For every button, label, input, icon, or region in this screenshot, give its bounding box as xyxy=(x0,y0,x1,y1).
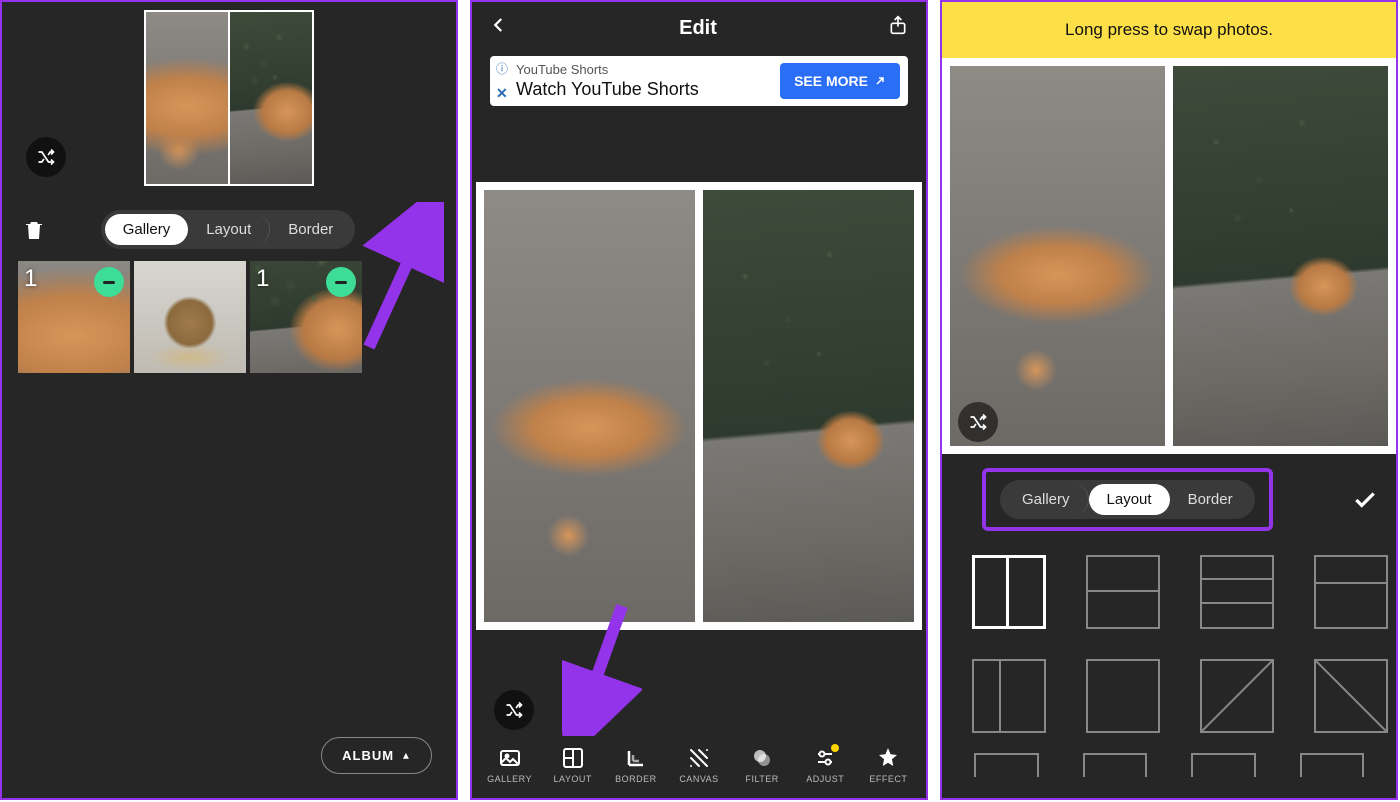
thumbnail-3[interactable]: 1 xyxy=(250,261,362,373)
edit-header: Edit xyxy=(472,2,926,48)
collage-cell-2[interactable] xyxy=(1173,66,1388,446)
tab-layout[interactable]: Layout xyxy=(1089,484,1170,515)
layout-tab-row: Gallery Layout Border xyxy=(942,454,1396,545)
shuffle-icon xyxy=(504,700,524,720)
nav-border[interactable]: BORDER xyxy=(604,746,667,784)
layout-option-2row[interactable] xyxy=(1086,555,1160,629)
thumbnail-2[interactable] xyxy=(134,261,246,373)
layout-option-2col[interactable] xyxy=(972,555,1046,629)
layout-option-2col-alt[interactable] xyxy=(972,659,1046,733)
layout-icon xyxy=(561,746,585,770)
page-title: Edit xyxy=(679,17,717,40)
nav-layout[interactable]: LAYOUT xyxy=(541,746,604,784)
nav-effect[interactable]: EFFECT xyxy=(857,746,920,784)
ad-cta-label: SEE MORE xyxy=(794,73,868,89)
remove-button[interactable] xyxy=(326,267,356,297)
border-icon xyxy=(624,746,648,770)
nav-label: CANVAS xyxy=(679,774,718,784)
screen-gallery: Gallery Layout Border 1 1 ALBUM ▼ xyxy=(0,0,458,800)
shuffle-icon xyxy=(968,412,988,432)
collage-cell-1[interactable] xyxy=(484,190,695,622)
layout-option-diag2[interactable] xyxy=(1314,659,1388,733)
layout-option-single[interactable] xyxy=(1086,659,1160,733)
chevron-up-icon: ▼ xyxy=(400,750,411,761)
collage-canvas[interactable] xyxy=(476,182,922,630)
ad-subtitle: YouTube Shorts xyxy=(516,62,699,77)
thumbnail-1[interactable]: 1 xyxy=(18,261,130,373)
layout-option-partial[interactable] xyxy=(974,753,1039,777)
nav-label: ADJUST xyxy=(806,774,844,784)
shuffle-button[interactable] xyxy=(958,402,998,442)
filter-icon xyxy=(750,746,774,770)
nav-adjust[interactable]: ADJUST xyxy=(794,746,857,784)
selection-index: 1 xyxy=(24,265,37,293)
shuffle-icon xyxy=(36,147,56,167)
image-icon xyxy=(498,746,522,770)
nav-label: GALLERY xyxy=(487,774,532,784)
preview-slot-2 xyxy=(230,12,312,184)
layout-option-partial[interactable] xyxy=(1300,753,1365,777)
shuffle-button[interactable] xyxy=(494,690,534,730)
layout-option-diag1[interactable] xyxy=(1200,659,1274,733)
layout-option-2row-alt[interactable] xyxy=(1314,555,1388,629)
canvas-icon xyxy=(687,746,711,770)
share-icon xyxy=(888,14,908,36)
collage-canvas[interactable] xyxy=(942,58,1396,454)
photo-thumbnails: 1 1 xyxy=(2,261,456,373)
chevron-left-icon xyxy=(490,16,508,34)
nav-canvas[interactable]: CANVAS xyxy=(667,746,730,784)
ad-banner[interactable]: ⓘ ✕ YouTube Shorts Watch YouTube Shorts … xyxy=(490,56,908,106)
tab-gallery[interactable]: Gallery xyxy=(1004,484,1089,515)
tab-border[interactable]: Border xyxy=(270,214,351,245)
trash-button[interactable] xyxy=(22,218,46,242)
collage-cell-2[interactable] xyxy=(703,190,914,622)
nav-label: BORDER xyxy=(615,774,657,784)
arrow-northeast-icon xyxy=(874,75,886,87)
layout-option-partial[interactable] xyxy=(1191,753,1256,777)
nav-filter[interactable]: FILTER xyxy=(731,746,794,784)
collage-preview xyxy=(144,10,314,186)
layout-option-partial[interactable] xyxy=(1083,753,1148,777)
layout-options-grid xyxy=(942,545,1396,753)
nav-label: LAYOUT xyxy=(554,774,592,784)
remove-button[interactable] xyxy=(94,267,124,297)
screen-edit: Edit ⓘ ✕ YouTube Shorts Watch YouTube Sh… xyxy=(470,0,928,800)
share-button[interactable] xyxy=(888,14,908,42)
effect-icon xyxy=(876,746,900,770)
ad-title: Watch YouTube Shorts xyxy=(516,79,699,100)
album-button[interactable]: ALBUM ▼ xyxy=(321,737,432,774)
layout-option-3row[interactable] xyxy=(1200,555,1274,629)
hint-banner: Long press to swap photos. xyxy=(942,2,1396,58)
ad-info-icon[interactable]: ⓘ xyxy=(496,62,508,76)
mode-segmented-control: Gallery Layout Border xyxy=(1000,480,1255,519)
preview-slot-1 xyxy=(146,12,228,184)
ad-cta-button[interactable]: SEE MORE xyxy=(780,63,900,99)
notification-dot xyxy=(831,744,839,752)
bottom-toolbar: GALLERY LAYOUT BORDER CANVAS FILTER ADJU… xyxy=(472,736,926,798)
album-label: ALBUM xyxy=(342,748,394,763)
mode-segmented-control: Gallery Layout Border xyxy=(101,210,356,249)
nav-gallery[interactable]: GALLERY xyxy=(478,746,541,784)
confirm-button[interactable] xyxy=(410,217,436,243)
collage-cell-1[interactable] xyxy=(950,66,1165,446)
layout-options-partial-row xyxy=(942,753,1396,777)
back-button[interactable] xyxy=(490,16,508,40)
tab-layout[interactable]: Layout xyxy=(188,214,270,245)
shuffle-button[interactable] xyxy=(26,137,66,177)
nav-label: EFFECT xyxy=(869,774,907,784)
screen-layout: Long press to swap photos. Gallery Layou… xyxy=(940,0,1398,800)
confirm-button[interactable] xyxy=(1352,487,1378,513)
nav-label: FILTER xyxy=(745,774,778,784)
tab-border[interactable]: Border xyxy=(1170,484,1251,515)
gallery-toolbar: Gallery Layout Border xyxy=(2,186,456,261)
ad-close-icon[interactable]: ✕ xyxy=(496,85,508,102)
selection-index: 1 xyxy=(256,265,269,293)
tab-gallery[interactable]: Gallery xyxy=(105,214,189,245)
annotation-highlight: Gallery Layout Border xyxy=(982,468,1273,531)
